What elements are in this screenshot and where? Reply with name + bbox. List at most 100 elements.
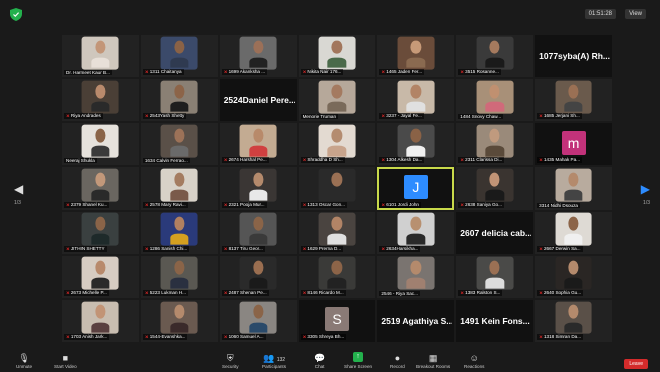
chat-button[interactable]: 💬 Chat: [314, 352, 325, 369]
participant-tile[interactable]: Neeraj Shukla: [62, 123, 139, 166]
participant-tile[interactable]: ⨯1311 Chaitanya: [140, 35, 218, 78]
participant-tile[interactable]: ⨯2674 Harshal Pe...: [219, 123, 297, 166]
participant-tile[interactable]: ⨯2543Yash Shetty: [140, 79, 218, 122]
participant-body: [485, 189, 504, 201]
security-button[interactable]: ⛨ Security: [222, 352, 239, 369]
reactions-label: Reactions: [464, 364, 485, 369]
participant-tile[interactable]: ⨯1629 Prerna D...: [298, 211, 376, 254]
participant-body: [248, 57, 268, 68]
participant-name-text: 1465 Jaden Fer...: [386, 69, 423, 75]
participant-name-text: 8137 Tiru Geor...: [228, 245, 263, 251]
participant-display-name: 2519 Agathiya S...: [381, 315, 453, 326]
participant-body: [170, 233, 189, 245]
participant-video: [476, 36, 514, 70]
chat-bubble-icon: 💬: [314, 353, 326, 363]
participant-head: [95, 40, 106, 54]
participant-head: [410, 128, 421, 143]
participant-name-label: ⨯1699 Akanksha ...: [221, 69, 268, 76]
participant-tile[interactable]: S ⨯3305 Shreya Bh...: [298, 299, 376, 342]
participant-tile[interactable]: ⨯1286 Sanish Chi...: [140, 211, 218, 254]
participant-tile[interactable]: ⨯1304 Alkesh Da...: [377, 123, 455, 166]
unmute-button[interactable]: 🎙 Unmute: [16, 352, 32, 369]
participant-tile[interactable]: ⨯5223 Lukman H...: [140, 255, 218, 298]
participant-tile[interactable]: ⨯Shraddha D Sh...: [298, 123, 376, 166]
participant-body: [327, 145, 347, 157]
reactions-button[interactable]: ☺ Reactions: [464, 352, 484, 369]
participant-tile[interactable]: 1484 Snovy Chaw...: [456, 79, 534, 122]
participant-video: [555, 80, 592, 114]
participant-tile[interactable]: ⨯2667 Derwin Sa...: [535, 211, 612, 254]
participant-tile[interactable]: ⨯JITHIN SHETTY: [62, 211, 139, 254]
participant-tile[interactable]: ⨯2634Harsikha...: [377, 211, 455, 254]
participant-tile[interactable]: 3314 Nidhi Dsouza: [535, 167, 612, 210]
participant-name-text: Dr. Harmeet Kaur B...: [66, 70, 110, 76]
participant-name-text: 2634Harsikha...: [386, 245, 419, 251]
participant-tile[interactable]: ⨯2379 Shanel Ku...: [62, 167, 139, 210]
next-page-arrow-icon[interactable]: ▶: [641, 182, 650, 196]
participant-tile[interactable]: ⨯2487 Shenan Pe...: [219, 255, 297, 298]
participant-tile[interactable]: ⨯2311 Clarissa Di...: [456, 123, 534, 166]
participant-name-text: 3237 - Jayal Fe...: [386, 113, 422, 119]
participant-tile[interactable]: ⨯1699 Akanksha ...: [219, 35, 297, 78]
participant-name-label: ⨯Nikita Nair 176...: [300, 69, 344, 76]
participant-tile[interactable]: 2607 delicia cab...: [456, 211, 534, 254]
participant-name-label: ⨯1304 Alkesh Da...: [379, 157, 425, 164]
participant-body: [485, 101, 504, 112]
security-shield-icon[interactable]: [10, 8, 22, 21]
participant-tile[interactable]: 1077syba(A) Rh...: [535, 35, 612, 78]
leave-button[interactable]: Leave: [624, 359, 648, 369]
participant-head: [252, 305, 264, 319]
participant-name-label: Neeraj Shukla: [64, 158, 97, 164]
muted-microphone-icon: ⨯: [66, 289, 70, 295]
participant-tile[interactable]: 2546 - Riya Sac...: [377, 255, 455, 298]
participant-tile[interactable]: Menorie Truman: [298, 79, 376, 122]
participant-tile[interactable]: ⨯1313 Oscar Gon...: [298, 167, 376, 210]
participant-body: [406, 101, 426, 112]
participant-tile[interactable]: ⨯2321 Pooja Mur...: [219, 167, 297, 210]
start-video-button[interactable]: ■ Start Video: [54, 352, 77, 369]
participant-tile[interactable]: 2519 Agathiya S...: [377, 299, 455, 342]
participant-video: [555, 256, 592, 290]
participant-tile[interactable]: ⨯8146 Ricardo M...: [298, 255, 376, 298]
participant-tile[interactable]: ⨯1318 Simran Da...: [535, 299, 612, 342]
participant-name-label: ⨯2673 Michelle P...: [64, 289, 109, 296]
muted-microphone-icon: ⨯: [539, 157, 543, 163]
participant-tile[interactable]: ⨯3515 Rosanne...: [456, 35, 534, 78]
record-button[interactable]: ● Record: [390, 352, 405, 369]
participant-name-text: 2667 Derwin Sa...: [544, 245, 581, 251]
previous-page-arrow-icon[interactable]: ◀: [14, 182, 23, 196]
participant-tile[interactable]: 2524Daniel Pere...: [219, 79, 297, 122]
participant-name-label: Dr. Harmeet Kaur B...: [64, 70, 112, 76]
participant-body: [91, 189, 110, 201]
participant-tile[interactable]: ⨯1060 Samuel A...: [219, 299, 297, 342]
participant-tile[interactable]: 1491 Kein Fons...: [456, 299, 534, 342]
participant-tile[interactable]: ⨯2578 Mary Ravi...: [140, 167, 218, 210]
participant-tile[interactable]: J ⨯6101 Jordi John: [377, 167, 455, 210]
participant-tile[interactable]: ⨯1465 Jaden Fer...: [377, 35, 455, 78]
participant-name-text: 2546 - Riya Sac...: [381, 290, 418, 296]
participant-tile[interactable]: ⨯1544-Evanshka...: [140, 299, 218, 342]
participants-button[interactable]: 👥 132 Participants: [262, 352, 286, 369]
participant-video: [81, 212, 119, 246]
breakout-rooms-button[interactable]: ▦ Breakout Rooms: [416, 352, 450, 369]
participant-tile[interactable]: 1634 Calvin Ferrao...: [140, 123, 218, 166]
participant-tile[interactable]: ⨯2640 Sophia Gu...: [535, 255, 612, 298]
participant-tile[interactable]: ⨯Riya Andrades: [62, 79, 139, 122]
participant-video: [318, 256, 356, 290]
participant-tile[interactable]: ⨯1383 Ralston S...: [456, 255, 534, 298]
participant-tile[interactable]: Dr. Harmeet Kaur B...: [62, 35, 139, 78]
participant-tile[interactable]: ⨯1703 Anish Jark...: [62, 299, 139, 342]
participant-tile[interactable]: m ⨯1435 Mahak Pa...: [535, 123, 612, 166]
view-button[interactable]: View: [625, 9, 646, 19]
participant-tile[interactable]: ⨯Nikita Nair 176...: [298, 35, 376, 78]
participant-tile[interactable]: ⨯3237 - Jayal Fe...: [377, 79, 455, 122]
participants-icon: 👥 132: [262, 353, 286, 363]
participant-head: [489, 40, 500, 54]
participant-tile[interactable]: ⨯2673 Michelle P...: [62, 255, 139, 298]
participant-tile[interactable]: ⨯2638 Saniya Go...: [456, 167, 534, 210]
participant-tile[interactable]: ⨯8137 Tiru Geor...: [219, 211, 297, 254]
participant-body: [564, 278, 583, 289]
participant-head: [174, 172, 185, 187]
share-screen-button[interactable]: ↑ Share Screen: [344, 352, 372, 369]
participant-tile[interactable]: ⨯1685 Jerjani Sh...: [535, 79, 612, 122]
